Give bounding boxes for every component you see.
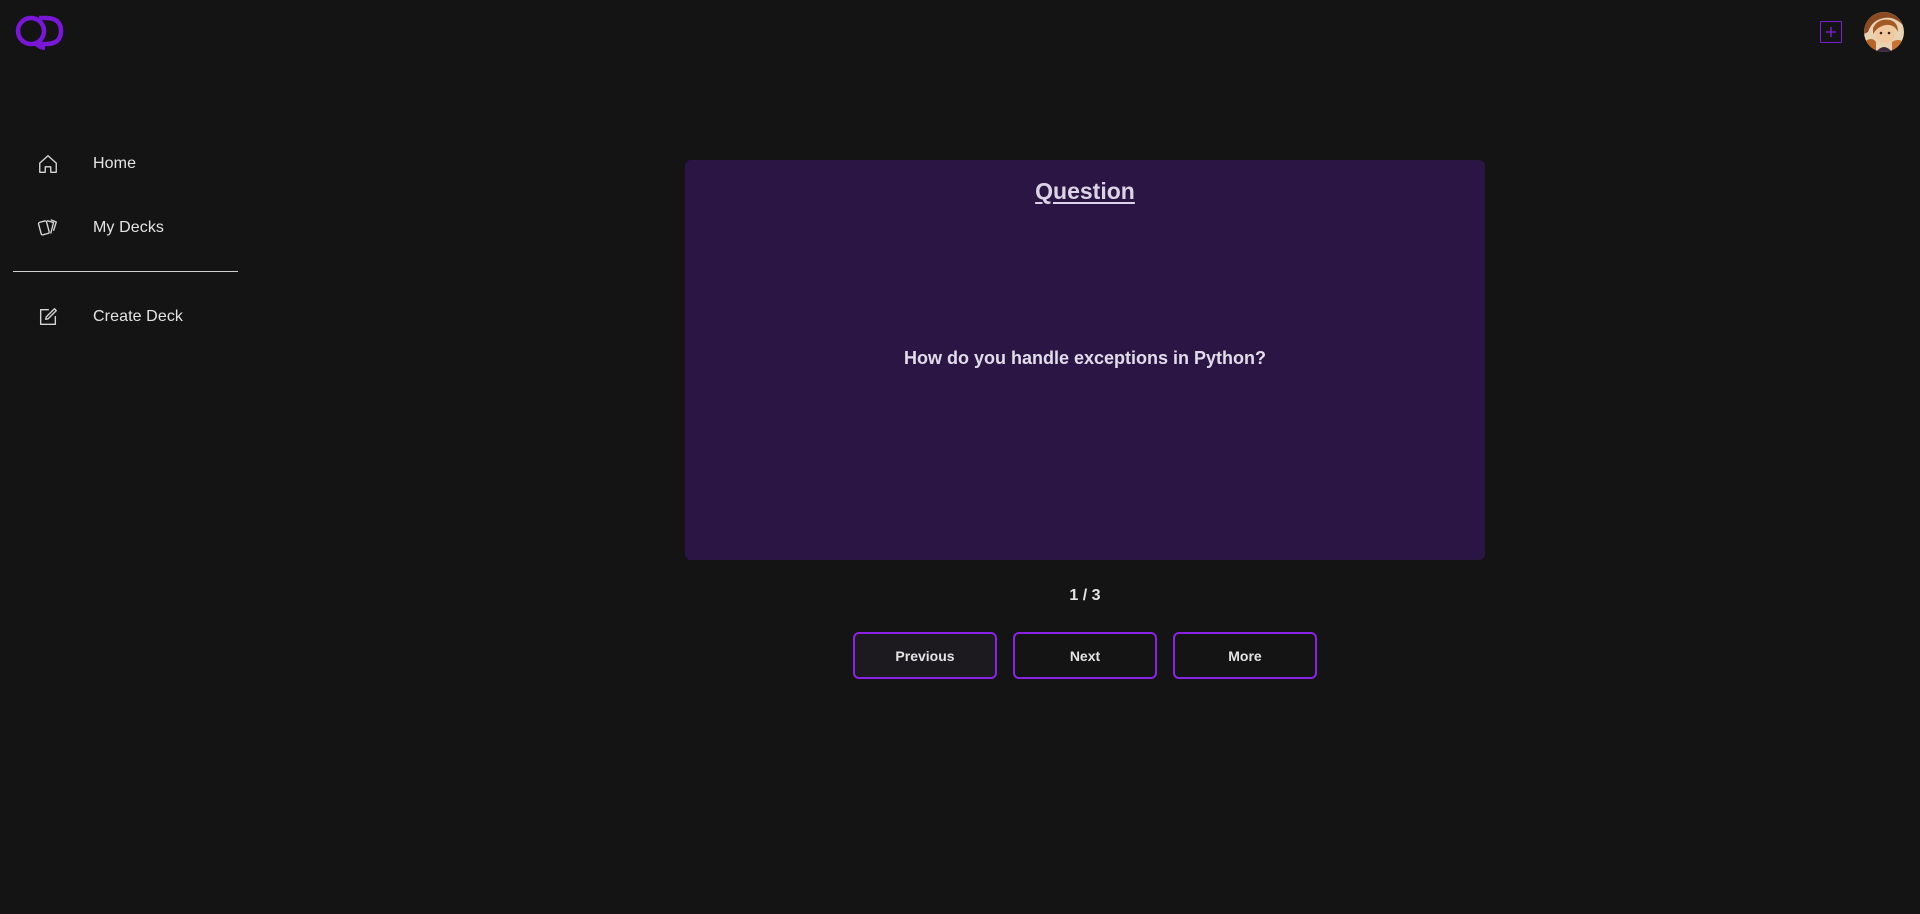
card-question-text: How do you handle exceptions in Python? [903, 348, 1267, 368]
sidebar-item-label: My Decks [93, 219, 165, 236]
user-avatar-icon [1864, 12, 1904, 52]
add-button[interactable] [1820, 21, 1842, 43]
plus-square-icon [1826, 27, 1836, 37]
more-button[interactable]: More [1173, 632, 1317, 679]
edit-icon [36, 305, 60, 329]
sidebar-item-my-decks[interactable]: My Decks [36, 213, 164, 243]
sidebar-divider [13, 271, 238, 272]
avatar[interactable] [1864, 12, 1904, 52]
sidebar-item-create-deck[interactable]: Create Deck [36, 302, 183, 332]
card-heading: Question [1035, 178, 1135, 204]
sidebar-item-label: Home [93, 155, 137, 172]
sidebar-nav: Home My Decks Create Deck [0, 0, 250, 914]
home-icon [36, 152, 60, 176]
cards-icon [36, 216, 60, 240]
card-counter: 1 / 3 [1069, 587, 1101, 604]
sidebar-item-label: Create Deck [93, 308, 184, 325]
sidebar-item-home[interactable]: Home [36, 149, 136, 179]
next-button[interactable]: Next [1013, 632, 1157, 679]
flashcard[interactable]: Question How do you handle exceptions in… [685, 160, 1485, 560]
app-root: Home My Decks Create Deck Question How d… [0, 0, 1920, 914]
previous-button[interactable]: Previous [853, 632, 997, 679]
